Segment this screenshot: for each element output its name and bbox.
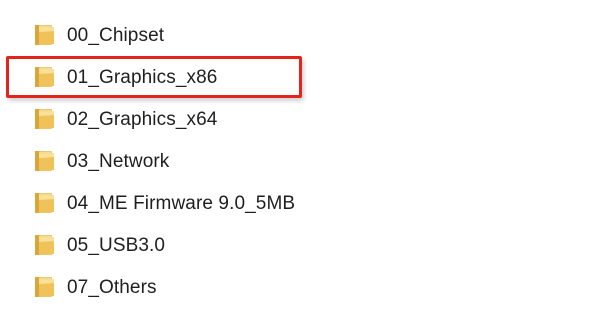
- folder-label: 02_Graphics_x64: [67, 108, 218, 130]
- folder-label: 07_Others: [67, 276, 157, 298]
- folder-label: 04_ME Firmware 9.0_5MB: [67, 192, 296, 214]
- folder-icon: [34, 108, 59, 130]
- folder-item-02-graphics-x64[interactable]: 02_Graphics_x64: [34, 103, 414, 135]
- folder-item-03-network[interactable]: 03_Network: [34, 145, 414, 177]
- folder-list: 00_Chipset 01_Graphics_x86 02_Graphics_x: [0, 0, 604, 325]
- folder-label: 05_USB3.0: [67, 234, 166, 256]
- folder-icon: [34, 276, 59, 298]
- folder-label: 00_Chipset: [67, 24, 165, 46]
- folder-label: 03_Network: [67, 150, 170, 172]
- folder-item-00-chipset[interactable]: 00_Chipset: [34, 19, 414, 51]
- folder-icon: [34, 24, 59, 46]
- folder-item-04-me-firmware[interactable]: 04_ME Firmware 9.0_5MB: [34, 187, 414, 219]
- folder-item-05-usb3[interactable]: 05_USB3.0: [34, 229, 414, 261]
- folder-icon: [34, 150, 59, 172]
- folder-icon: [34, 234, 59, 256]
- folder-icon: [34, 66, 59, 88]
- folder-item-01-graphics-x86[interactable]: 01_Graphics_x86: [34, 61, 414, 93]
- folder-icon: [34, 192, 59, 214]
- folder-item-07-others[interactable]: 07_Others: [34, 271, 414, 303]
- folder-label: 01_Graphics_x86: [67, 66, 218, 88]
